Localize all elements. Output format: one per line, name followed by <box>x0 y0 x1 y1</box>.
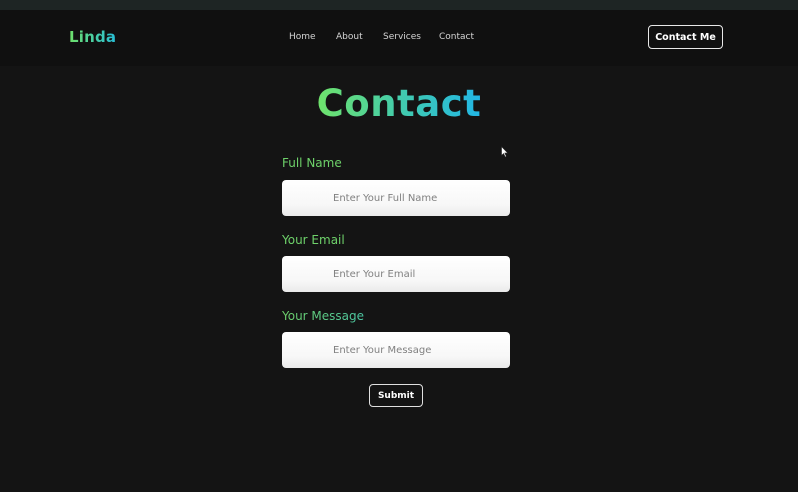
full-name-input[interactable] <box>282 180 510 216</box>
message-input[interactable] <box>282 332 510 368</box>
nav-link-services[interactable]: Services <box>383 32 421 42</box>
window-top-strip <box>0 0 798 10</box>
nav-link-home[interactable]: Home <box>289 32 316 42</box>
submit-button[interactable]: Submit <box>369 384 423 407</box>
contact-me-button[interactable]: Contact Me <box>648 25 723 49</box>
page-title: Contact <box>0 82 798 125</box>
mouse-pointer-icon <box>501 146 509 158</box>
nav-link-about[interactable]: About <box>336 32 363 42</box>
email-label: Your Email <box>282 233 345 247</box>
message-label: Your Message <box>282 309 365 323</box>
page-title-text: Contact <box>316 82 482 125</box>
email-input[interactable] <box>282 256 510 292</box>
nav-link-contact[interactable]: Contact <box>439 32 474 42</box>
full-name-label: Full Name <box>282 156 342 170</box>
navbar: Linda Home About Services Contact Contac… <box>0 10 798 66</box>
